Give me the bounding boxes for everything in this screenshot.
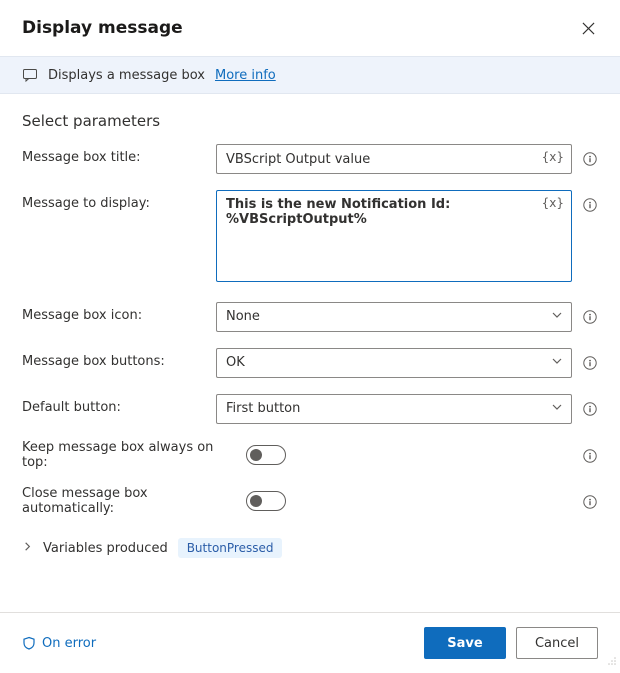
row-message-to-display: Message to display: This is the new Noti… [22, 190, 598, 286]
help-icon-icon[interactable] [582, 309, 598, 325]
more-info-link[interactable]: More info [215, 68, 276, 83]
row-default-button: Default button: First button [22, 394, 598, 424]
expand-variables-toggle[interactable] [22, 541, 33, 556]
on-error-link[interactable]: On error [22, 636, 96, 651]
label-auto-close: Close message box automatically: [22, 486, 236, 516]
label-default-button: Default button: [22, 394, 206, 415]
close-button[interactable] [578, 18, 598, 38]
on-error-label: On error [42, 636, 96, 651]
row-message-box-title: Message box title: {x} [22, 144, 598, 174]
dialog-footer: On error Save Cancel [0, 612, 620, 673]
info-banner: Displays a message box More info [0, 56, 620, 94]
label-message-to-display: Message to display: [22, 190, 206, 211]
variable-token-button[interactable]: {x} [542, 196, 564, 210]
label-always-on-top: Keep message box always on top: [22, 440, 236, 470]
toggle-auto-close[interactable] [246, 491, 286, 511]
close-icon [582, 22, 595, 35]
cancel-button[interactable]: Cancel [516, 627, 598, 659]
row-always-on-top: Keep message box always on top: [22, 440, 598, 470]
row-message-box-icon: Message box icon: None [22, 302, 598, 332]
chevron-right-icon [22, 541, 33, 552]
shield-icon [22, 636, 36, 650]
variables-produced-row: Variables produced ButtonPressed [22, 532, 598, 568]
help-icon-auto-close[interactable] [582, 494, 598, 510]
input-message-to-display[interactable]: This is the new Notification Id: %VBScri… [216, 190, 572, 282]
label-message-box-title: Message box title: [22, 144, 206, 165]
parameters-section: Select parameters Message box title: {x}… [0, 94, 620, 568]
label-message-box-buttons: Message box buttons: [22, 348, 206, 369]
help-icon-title[interactable] [582, 151, 598, 167]
resize-grip[interactable] [607, 655, 617, 670]
row-auto-close: Close message box automatically: [22, 486, 598, 516]
variable-pill-buttonpressed[interactable]: ButtonPressed [178, 538, 283, 558]
row-message-box-buttons: Message box buttons: OK [22, 348, 598, 378]
help-icon-default[interactable] [582, 401, 598, 417]
help-icon-message[interactable] [582, 197, 598, 213]
save-button[interactable]: Save [424, 627, 506, 659]
message-icon [22, 67, 38, 83]
section-heading: Select parameters [22, 112, 598, 130]
variable-token-button[interactable]: {x} [542, 150, 564, 164]
help-icon-buttons[interactable] [582, 355, 598, 371]
select-message-box-icon[interactable]: None [216, 302, 572, 332]
variables-produced-label: Variables produced [43, 541, 168, 556]
toggle-always-on-top[interactable] [246, 445, 286, 465]
help-icon-always-on-top[interactable] [582, 448, 598, 464]
dialog-title: Display message [22, 18, 183, 38]
resize-grip-icon [607, 656, 617, 666]
dialog-header: Display message [0, 0, 620, 50]
select-message-box-buttons[interactable]: OK [216, 348, 572, 378]
banner-text: Displays a message box [48, 68, 205, 83]
label-message-box-icon: Message box icon: [22, 302, 206, 323]
input-message-box-title[interactable] [216, 144, 572, 174]
select-default-button[interactable]: First button [216, 394, 572, 424]
